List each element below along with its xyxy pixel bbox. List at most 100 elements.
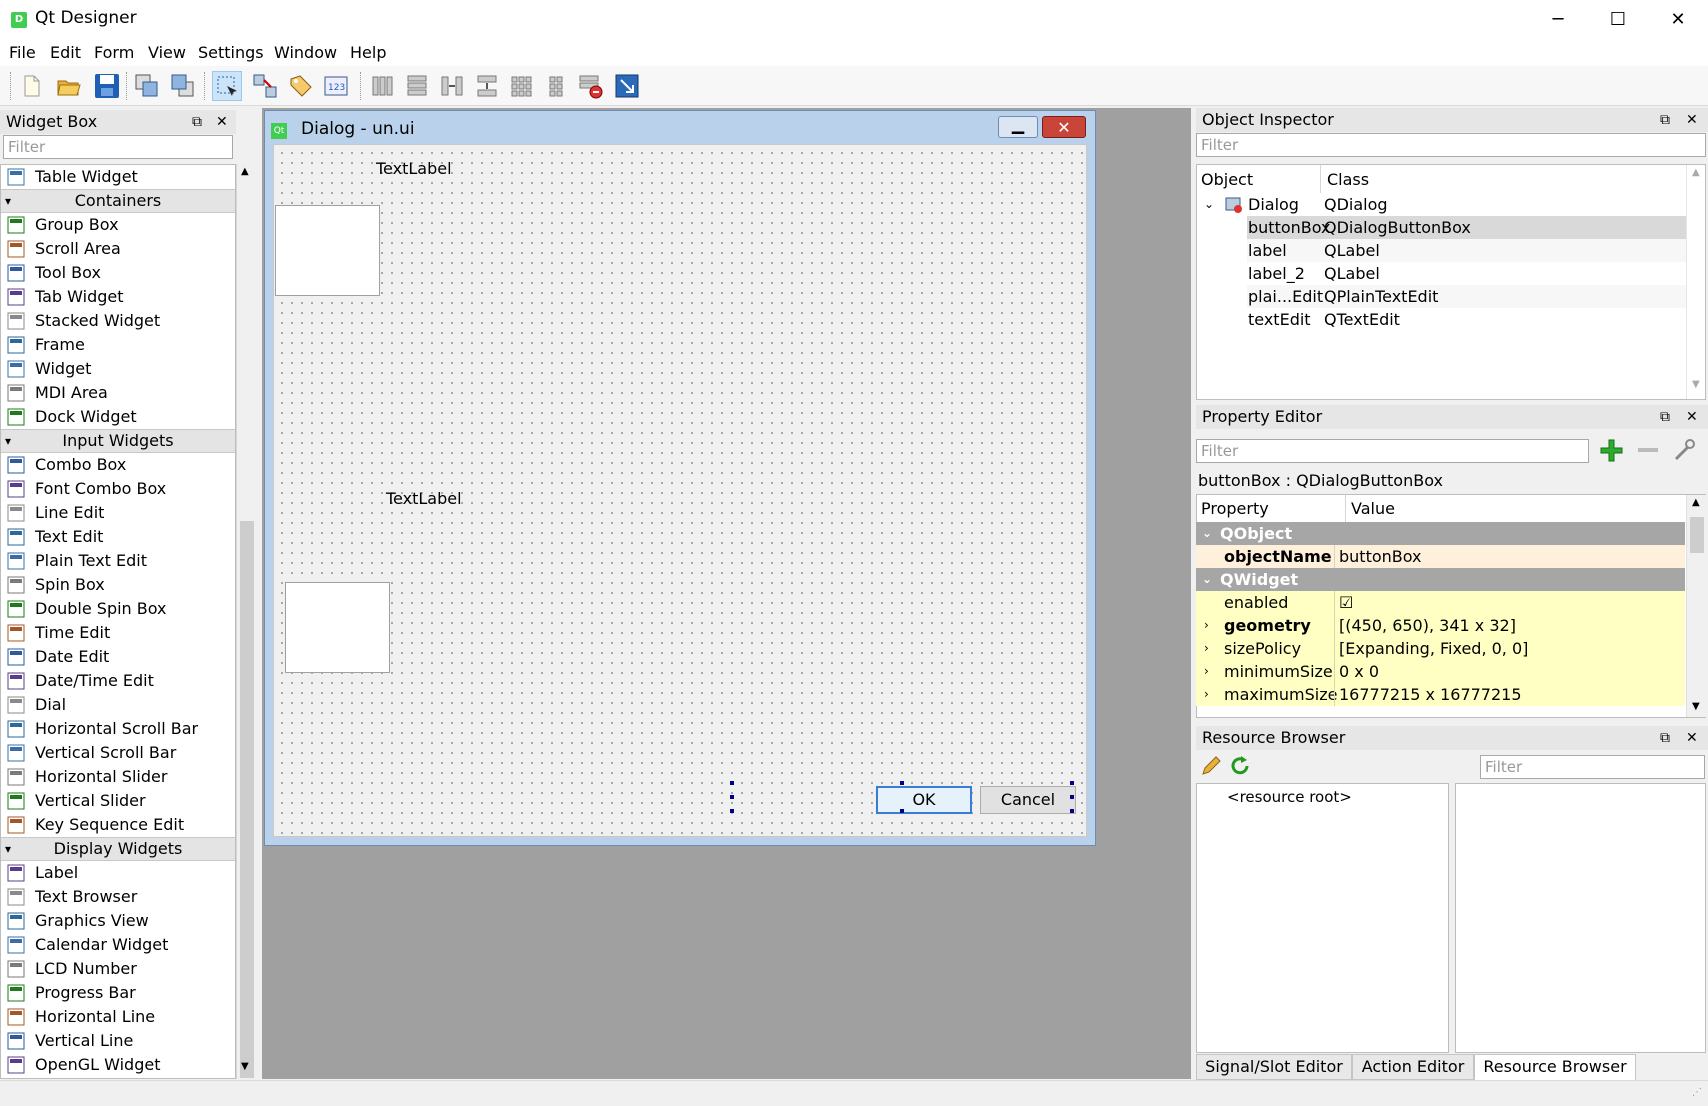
widget-box-item[interactable]: Text Edit <box>1 525 235 549</box>
property-row[interactable]: enabled ☑ <box>1196 591 1685 614</box>
form-minimize-button[interactable]: ▁ <box>998 116 1038 138</box>
tab-action-editor[interactable]: Action Editor <box>1352 1054 1474 1080</box>
menu-form[interactable]: Form <box>94 43 134 62</box>
layout-vertical-icon[interactable] <box>402 71 432 101</box>
edit-widgets-icon[interactable] <box>212 71 242 101</box>
widget-box-item[interactable]: Horizontal Slider <box>1 765 235 789</box>
widget-box-item[interactable]: Spin Box <box>1 573 235 597</box>
size-grip-icon[interactable]: ⋰ <box>1692 1087 1702 1098</box>
scroll-up-arrow-icon[interactable]: ▲ <box>241 166 249 177</box>
object-tree-row[interactable]: buttonBox QDialogButtonBox <box>1247 216 1686 239</box>
property-row[interactable]: › minimumSize 0 x 0 <box>1196 660 1685 683</box>
open-folder-icon[interactable] <box>54 71 84 101</box>
widget-box-item[interactable]: Vertical Scroll Bar <box>1 741 235 765</box>
break-layout-icon[interactable] <box>576 71 606 101</box>
chevron-down-icon[interactable]: ⌄ <box>1202 568 1212 591</box>
menu-view[interactable]: View <box>148 43 186 62</box>
object-tree-row[interactable]: plai...Edit QPlainTextEdit <box>1247 285 1686 308</box>
plain-text-edit-widget[interactable] <box>285 582 390 673</box>
selection-handle[interactable] <box>1070 781 1074 785</box>
reload-icon[interactable] <box>1228 754 1252 778</box>
widget-box-item[interactable]: Table Widget <box>1 165 235 189</box>
property-value-cell[interactable]: 0 x 0 <box>1334 660 1379 683</box>
close-dock-icon[interactable]: ✕ <box>1686 108 1698 132</box>
new-file-icon[interactable] <box>16 71 46 101</box>
remove-dynamic-property-icon[interactable] <box>1634 436 1662 464</box>
layout-horizontal-splitter-icon[interactable] <box>437 71 467 101</box>
enabled-checkbox[interactable]: ☑ <box>1334 591 1353 614</box>
selection-handle[interactable] <box>1070 795 1074 799</box>
widget-box-item[interactable]: Scroll Area <box>1 237 235 261</box>
property-row[interactable]: › geometry [(450, 650), 341 x 32] <box>1196 614 1685 637</box>
resource-browser-filter-input[interactable]: Filter <box>1480 755 1705 779</box>
property-editor-filter-input[interactable]: Filter <box>1196 439 1589 463</box>
edit-signals-slots-icon[interactable] <box>250 71 280 101</box>
chevron-down-icon[interactable]: ⌄ <box>1204 193 1214 216</box>
widget-box-item[interactable]: Calendar Widget <box>1 933 235 957</box>
selection-handle[interactable] <box>730 781 734 785</box>
widget-box-item[interactable]: Horizontal Line <box>1 1005 235 1029</box>
widget-box-item[interactable]: Line Edit <box>1 501 235 525</box>
close-dock-icon[interactable]: ✕ <box>1686 726 1698 750</box>
cancel-button[interactable]: Cancel <box>980 786 1076 814</box>
maximize-button[interactable]: ☐ <box>1588 0 1648 40</box>
object-tree-row[interactable]: ⌄ Dialog QDialog <box>1198 193 1686 216</box>
col-value-header[interactable]: Value <box>1351 499 1395 518</box>
chevron-down-icon[interactable]: ⌄ <box>1202 522 1212 545</box>
widget-box-item[interactable]: Vertical Line <box>1 1029 235 1053</box>
menu-edit[interactable]: Edit <box>50 43 81 62</box>
widget-box-item[interactable]: Progress Bar <box>1 981 235 1005</box>
form-close-button[interactable]: ✕ <box>1042 116 1086 138</box>
object-inspector-filter-input[interactable]: Filter <box>1196 133 1706 157</box>
widget-box-item[interactable]: Key Sequence Edit <box>1 813 235 837</box>
property-editor-scrollbar[interactable]: ▲ ▼ <box>1686 495 1706 717</box>
selection-handle[interactable] <box>900 781 904 785</box>
widget-box-item[interactable]: Horizontal Scroll Bar <box>1 717 235 741</box>
selection-handle[interactable] <box>900 809 904 813</box>
selection-handle[interactable] <box>730 795 734 799</box>
widget-box-item[interactable]: Stacked Widget <box>1 309 235 333</box>
layout-vertical-splitter-icon[interactable] <box>472 71 502 101</box>
scroll-down-arrow-icon[interactable]: ▼ <box>241 1061 249 1072</box>
save-icon[interactable] <box>92 71 122 101</box>
resource-root-item[interactable]: <resource root> <box>1227 788 1352 806</box>
bring-to-front-icon[interactable] <box>168 71 198 101</box>
configure-wrench-icon[interactable] <box>1670 436 1698 464</box>
chevron-right-icon[interactable]: › <box>1204 683 1209 706</box>
widget-box-scrollbar[interactable]: ▲ ▼ <box>236 164 256 1079</box>
float-dock-icon[interactable]: ⧉ <box>1660 108 1670 132</box>
tab-signal-slot-editor[interactable]: Signal/Slot Editor <box>1196 1054 1352 1080</box>
layout-form-icon[interactable] <box>542 71 572 101</box>
property-value-cell[interactable]: buttonBox <box>1334 545 1422 568</box>
widget-box-item[interactable]: Plain Text Edit <box>1 549 235 573</box>
add-dynamic-property-icon[interactable] <box>1597 436 1625 464</box>
widget-box-item[interactable]: Vertical Slider <box>1 789 235 813</box>
selection-handle[interactable] <box>730 809 734 813</box>
widget-box-item[interactable]: LCD Number <box>1 957 235 981</box>
float-dock-icon[interactable]: ⧉ <box>1660 726 1670 750</box>
send-to-back-icon[interactable] <box>132 71 162 101</box>
widget-category-header[interactable]: ▾ Display Widgets <box>1 837 235 861</box>
widget-box-item[interactable]: Dial <box>1 693 235 717</box>
close-dock-icon[interactable]: ✕ <box>216 110 228 134</box>
property-editor-scroll-thumb[interactable] <box>1690 517 1704 553</box>
widget-box-item[interactable]: Date Edit <box>1 645 235 669</box>
widget-box-item[interactable]: Label <box>1 861 235 885</box>
close-dock-icon[interactable]: ✕ <box>1686 405 1698 429</box>
widget-box-item[interactable]: Date/Time Edit <box>1 669 235 693</box>
scroll-down-arrow-icon[interactable]: ▼ <box>1692 379 1700 390</box>
property-row[interactable]: › maximumSize 16777215 x 16777215 <box>1196 683 1685 706</box>
widget-box-item[interactable]: Widget <box>1 357 235 381</box>
property-value-cell[interactable]: [Expanding, Fixed, 0, 0] <box>1334 637 1528 660</box>
adjust-size-icon[interactable] <box>612 71 642 101</box>
widget-box-item[interactable]: Graphics View <box>1 909 235 933</box>
property-category-row[interactable]: ⌄ QWidget <box>1196 568 1685 591</box>
object-tree-row[interactable]: label_2 QLabel <box>1247 262 1686 285</box>
text-edit-widget[interactable] <box>275 205 380 296</box>
widget-box-item[interactable]: Time Edit <box>1 621 235 645</box>
widget-box-filter-input[interactable]: Filter <box>3 135 233 159</box>
scroll-up-arrow-icon[interactable]: ▲ <box>1692 167 1700 178</box>
property-value-cell[interactable]: [(450, 650), 341 x 32] <box>1334 614 1516 637</box>
widget-box-item[interactable]: Tool Box <box>1 261 235 285</box>
ok-button[interactable]: OK <box>876 786 972 814</box>
